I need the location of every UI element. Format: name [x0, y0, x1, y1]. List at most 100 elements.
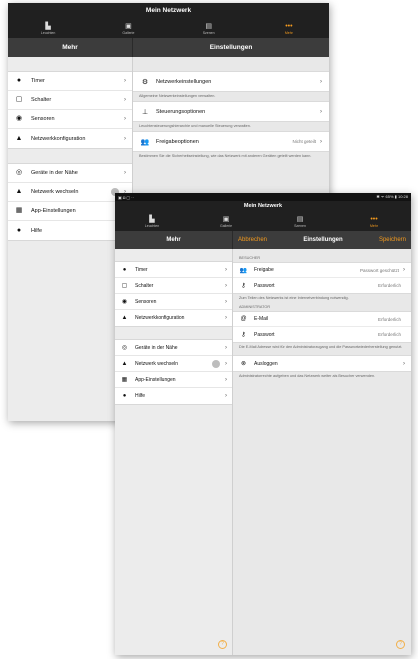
cancel-button[interactable]: Abbrechen — [238, 231, 267, 249]
sharing-options-row[interactable]: 👥 Freigabeoptionen Nicht geteilt › — [133, 132, 329, 151]
sidebar-item-app-einstellungen[interactable]: ▦App-Einstellungen› — [8, 202, 132, 221]
tablet-screen-sharing-settings: ▣ ◘ ▢ ·· ✱ ᯤ 65% ▮ 10:28 Mein Netzwerk ▙… — [115, 193, 411, 655]
sidebar-item-label: App-Einstellungen — [31, 208, 76, 214]
chevron-right-icon: › — [124, 170, 126, 176]
sidebar-item-label: Netzwerkkonfiguration — [135, 315, 185, 321]
guest-note: Zum Teilen des Netzwerks ist eine Intern… — [239, 296, 349, 300]
header-row: Mehr Einstellungen — [8, 38, 329, 57]
logout-icon: ⊗ — [240, 361, 247, 367]
sidebar-item-app-einstellungen[interactable]: ▦App-Einstellungen› — [115, 372, 232, 388]
sidebar-item-netzwerk-wechseln[interactable]: ▲ Netzwerk wechseln › — [8, 183, 132, 202]
sidebar-item-label: Geräte in der Nähe — [135, 344, 178, 351]
chevron-right-icon: › — [225, 344, 227, 351]
tab-gallerie[interactable]: ▣ Gallerie — [189, 212, 263, 231]
chevron-right-icon: › — [225, 393, 227, 399]
control-options-row[interactable]: ⊥ Steuerungsoptionen › — [133, 102, 329, 121]
chevron-right-icon: › — [320, 108, 322, 115]
more-icon: ••• — [285, 22, 293, 30]
tab-mehr[interactable]: ••• Mehr — [249, 19, 329, 38]
logout-row[interactable]: ⊗ Ausloggen › — [233, 356, 411, 371]
clock-icon: ● — [16, 77, 22, 84]
row-label: Freigabe — [254, 267, 274, 273]
tab-gallerie[interactable]: ▣ Gallerie — [88, 19, 168, 38]
sidebar-item-sensoren[interactable]: ◉ Sensoren › — [8, 110, 132, 129]
gears-icon: ⚙ — [141, 78, 149, 86]
sharing-status-value: Nicht geteilt — [292, 139, 316, 144]
sidebar-item-netzwerk-wechseln[interactable]: ▲ Netzwerk wechseln › — [115, 356, 232, 372]
tab-label: Gallerie — [219, 223, 233, 228]
tab-mehr[interactable]: ••• Mehr — [337, 212, 411, 231]
sidebar-item-label: Sensoren — [135, 298, 157, 305]
people-icon: 👥 — [140, 138, 150, 146]
row-label: Netzwerkeinstellungen — [156, 78, 212, 85]
help-badge-icon[interactable]: ? — [396, 640, 405, 649]
row-label: Passwort — [254, 282, 275, 289]
tab-szenen[interactable]: ▤ Szenen — [263, 212, 337, 231]
status-icons-right: ✱ ᯤ 65% ▮ 10:28 — [376, 194, 408, 199]
email-field[interactable]: @ E-Mail Erforderlich — [233, 312, 411, 327]
chevron-right-icon: › — [225, 282, 227, 289]
tab-label: Szenen — [202, 30, 215, 35]
chevron-right-icon: › — [225, 315, 227, 321]
sensor-icon: ◉ — [15, 115, 23, 122]
help-badge-icon[interactable]: ? — [218, 640, 227, 649]
chevron-right-icon: › — [124, 135, 126, 142]
share-row[interactable]: 👥 Freigabe Passwort geschützt › — [233, 263, 411, 278]
sidebar-item-schalter[interactable]: ▢ Schalter › — [115, 278, 232, 294]
nav-group-secondary: ◎ Geräte in der Nähe › ▲ Netzwerk wechseln ›… — [8, 163, 132, 241]
gallery-icon: ▣ — [125, 22, 132, 30]
chevron-right-icon: › — [225, 298, 227, 305]
scene-icon: ▤ — [205, 22, 212, 30]
sidebar-item-timer[interactable]: ● Timer › — [8, 72, 132, 91]
save-button[interactable]: Speichern — [379, 231, 406, 249]
sidebar-item-hilfe[interactable]: ●Hilfe› — [115, 388, 232, 404]
tab-szenen[interactable]: ▤ Szenen — [169, 19, 249, 38]
sidebar-item-label: App-Einstellungen — [135, 376, 176, 383]
clock-icon: ● — [122, 266, 127, 273]
sidebar-item-hilfe[interactable]: ●Hilfe› — [8, 221, 132, 240]
row-note: Allgemeine Netzwerkeinstellungen verwalt… — [139, 94, 216, 98]
row-note: Bestimmen Sie die Sicherheitseinstellung… — [139, 154, 312, 158]
sidebar-item-label: Schalter — [135, 282, 154, 289]
side-menu: ● Timer › ▢ Schalter › ◉ Sensoren › ▲ Netzwerkk… — [115, 249, 233, 655]
more-icon: ••• — [370, 215, 378, 223]
row-note: Leuchtensteuerungshierarchie und manuell… — [139, 124, 251, 128]
tab-leuchten[interactable]: ▙ Leuchten — [8, 19, 88, 38]
sidebar-item-netzwerkkonfiguration[interactable]: ▲ Netzwerkkonfiguration › — [115, 310, 232, 326]
switch-network-icon: ▲ — [121, 360, 128, 367]
sidebar-item-label: Timer — [31, 78, 45, 84]
tab-label: Mehr — [284, 30, 293, 35]
sidebar-item-label: Geräte in der Nähe — [31, 170, 78, 176]
sidebar-item-geraete[interactable]: ◎ Geräte in der Nähe › — [8, 164, 132, 183]
tab-label: Gallerie — [122, 30, 135, 35]
guest-settings-group: 👥 Freigabe Passwort geschützt › ⚷ Passwort Er… — [233, 262, 411, 294]
chevron-right-icon: › — [225, 360, 227, 367]
admin-note: Die E-Mail Adresse wird für den Administ… — [239, 345, 403, 349]
lamp-icon: ▙ — [149, 215, 155, 223]
network-count-badge — [212, 359, 220, 368]
top-tab-bar: ▙ Leuchten ▣ Gallerie ▤ Szenen ••• Mehr — [115, 212, 411, 231]
email-placeholder: Erforderlich — [377, 316, 401, 322]
share-value: Passwort geschützt — [359, 267, 399, 273]
at-icon: @ — [240, 316, 247, 322]
logout-note: Administratorrechte aufgeben und das Net… — [239, 374, 376, 378]
sidebar-item-label: Hilfe — [31, 227, 43, 234]
chevron-right-icon: › — [124, 116, 126, 122]
help-icon: ● — [16, 226, 22, 234]
sidebar-item-geraete[interactable]: ◎ Geräte in der Nähe › — [115, 340, 232, 356]
chevron-right-icon: › — [403, 267, 405, 273]
admin-password-field[interactable]: ⚷ Passwort Erforderlich — [233, 327, 411, 342]
tab-leuchten[interactable]: ▙ Leuchten — [115, 212, 189, 231]
sidebar-item-timer[interactable]: ● Timer › — [115, 262, 232, 278]
chevron-right-icon: › — [225, 266, 227, 273]
sidebar-item-label: Netzwerkkonfiguration — [31, 135, 86, 142]
guest-password-field[interactable]: ⚷ Passwort Erforderlich — [233, 278, 411, 293]
sidebar-item-netzwerkkonfiguration[interactable]: ▲ Netzwerkkonfiguration › — [8, 129, 132, 148]
sidebar-item-sensoren[interactable]: ◉ Sensoren › — [115, 294, 232, 310]
tab-label: Szenen — [294, 223, 306, 228]
network-settings-row[interactable]: ⚙ Netzwerkeinstellungen › — [133, 72, 329, 91]
sidebar-item-label: Netzwerk wechseln — [31, 189, 79, 195]
tab-label: Mehr — [370, 223, 378, 228]
sidebar-item-schalter[interactable]: ▢ Schalter › — [8, 91, 132, 110]
right-header-title: Einstellungen — [303, 237, 343, 243]
